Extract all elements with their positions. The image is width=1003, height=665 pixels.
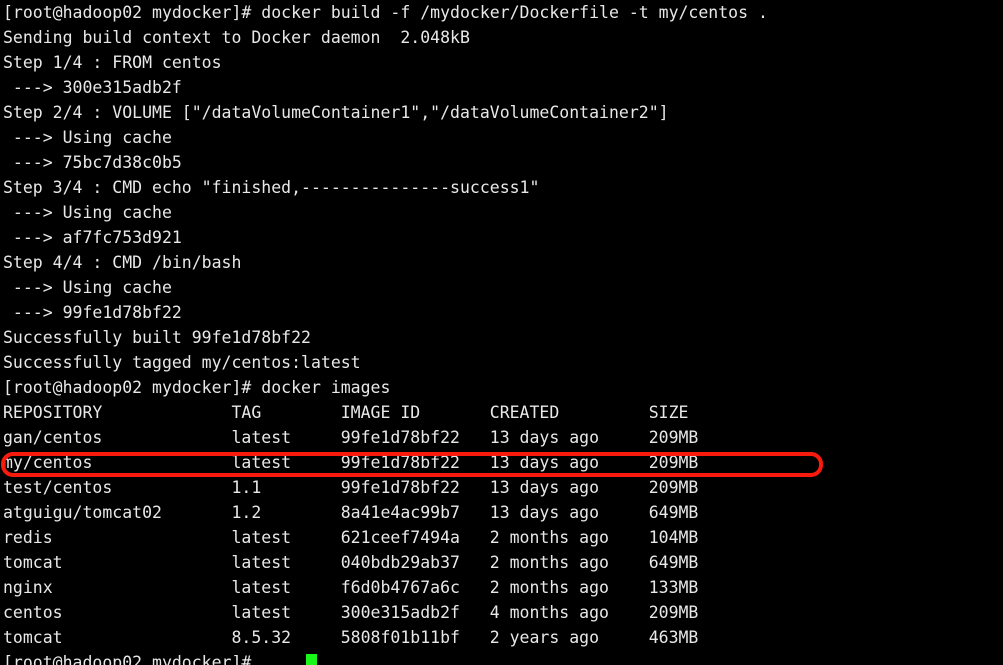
terminal-line-step-2-cache: ---> Using cache xyxy=(3,128,172,147)
text-cursor xyxy=(306,654,317,665)
table-row: centos latest 300e315adb2f 4 months ago … xyxy=(3,603,699,622)
terminal-window[interactable]: [root@hadoop02 mydocker]# docker build -… xyxy=(0,0,1003,665)
terminal-line-step-3: Step 3/4 : CMD echo "finished,----------… xyxy=(3,178,540,197)
table-row: tomcat latest 040bdb29ab37 2 months ago … xyxy=(3,553,699,572)
terminal-line-step-4-cache: ---> Using cache xyxy=(3,278,172,297)
terminal-line-step-4: Step 4/4 : CMD /bin/bash xyxy=(3,253,242,272)
table-row: tomcat 8.5.32 5808f01b11bf 2 years ago 4… xyxy=(3,628,699,647)
terminal-line-build-context: Sending build context to Docker daemon 2… xyxy=(3,28,470,47)
terminal-line-step-3-layer: ---> af7fc753d921 xyxy=(3,228,182,247)
prompt-text: [root@hadoop02 mydocker]# xyxy=(3,653,262,665)
terminal-line-command-build: [root@hadoop02 mydocker]# docker build -… xyxy=(3,3,768,22)
terminal-line-step-1-layer: ---> 300e315adb2f xyxy=(3,78,182,97)
table-row: redis latest 621ceef7494a 2 months ago 1… xyxy=(3,528,699,547)
terminal-line-step-3-cache: ---> Using cache xyxy=(3,203,172,222)
table-row-highlighted: my/centos latest 99fe1d78bf22 13 days ag… xyxy=(3,453,699,472)
table-row: test/centos 1.1 99fe1d78bf22 13 days ago… xyxy=(3,478,699,497)
table-row: gan/centos latest 99fe1d78bf22 13 days a… xyxy=(3,428,699,447)
terminal-screen: [root@hadoop02 mydocker]# docker build -… xyxy=(3,0,1003,665)
terminal-line-tagged-message: Successfully tagged my/centos:latest xyxy=(3,353,361,372)
table-row: nginx latest f6d0b4767a6c 2 months ago 1… xyxy=(3,578,699,597)
terminal-line-step-1: Step 1/4 : FROM centos xyxy=(3,53,222,72)
terminal-line-command-images: [root@hadoop02 mydocker]# docker images xyxy=(3,378,391,397)
terminal-line-built-message: Successfully built 99fe1d78bf22 xyxy=(3,328,311,347)
table-row: atguigu/tomcat02 1.2 8a41e4ac99b7 13 day… xyxy=(3,503,699,522)
terminal-line-step-4-layer: ---> 99fe1d78bf22 xyxy=(3,303,182,322)
terminal-line-step-2: Step 2/4 : VOLUME ["/dataVolumeContainer… xyxy=(3,103,669,122)
terminal-line-step-2-layer: ---> 75bc7d38c0b5 xyxy=(3,153,182,172)
images-table-header: REPOSITORY TAG IMAGE ID CREATED SIZE xyxy=(3,403,689,422)
terminal-prompt-line[interactable]: [root@hadoop02 mydocker]# xyxy=(3,650,1003,665)
